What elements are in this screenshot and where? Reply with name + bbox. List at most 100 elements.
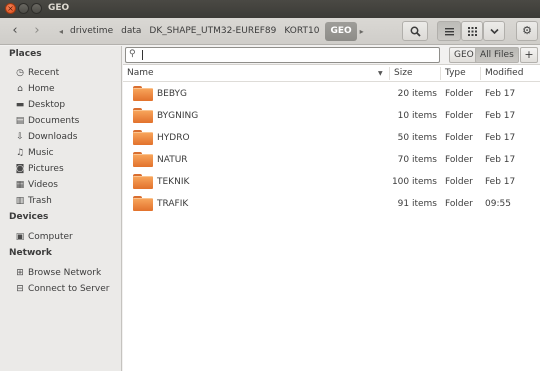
- title-bar: × GEO: [0, 0, 540, 18]
- breadcrumb-data[interactable]: data: [117, 22, 145, 41]
- sidebar-item-computer[interactable]: ▣ Computer: [14, 229, 73, 244]
- text-caret: [142, 50, 143, 60]
- sidebar-item-home[interactable]: ⌂ Home: [14, 81, 54, 96]
- sidebar-item-downloads[interactable]: ⇩ Downloads: [14, 129, 77, 144]
- sidebar-item-browse-network[interactable]: ⊞ Browse Network: [14, 265, 101, 280]
- desktop-icon: ▬: [15, 99, 25, 110]
- video-icon: ▦: [15, 179, 25, 190]
- column-type[interactable]: Type: [445, 65, 466, 82]
- sidebar-item-trash[interactable]: ▥ Trash: [14, 193, 52, 208]
- search-icon: [410, 26, 421, 37]
- home-icon: ⌂: [17, 83, 23, 94]
- search-button[interactable]: [402, 21, 428, 41]
- breadcrumb-dk-shape[interactable]: DK_SHAPE_UTM32-EUREF89: [145, 22, 280, 41]
- sidebar-item-label: Computer: [28, 231, 73, 242]
- close-icon: ×: [7, 4, 14, 13]
- breadcrumb-scroll-left-icon[interactable]: ◂: [56, 27, 66, 36]
- column-modified[interactable]: Modified: [485, 65, 523, 82]
- file-modified: Feb 17: [485, 155, 516, 165]
- sidebar-item-label: Documents: [28, 115, 80, 126]
- search-icon: ⚲: [129, 49, 136, 59]
- picture-icon: ◙: [15, 163, 25, 174]
- network-heading: Network: [9, 248, 52, 258]
- column-divider[interactable]: [480, 67, 481, 80]
- folder-icon: [133, 152, 153, 167]
- sidebar-item-videos[interactable]: ▦ Videos: [14, 177, 58, 192]
- sidebar-item-label: Recent: [28, 67, 60, 78]
- folder-icon: [133, 108, 153, 123]
- music-icon: ♫: [15, 147, 25, 158]
- sidebar-item-desktop[interactable]: ▬ Desktop: [14, 97, 65, 112]
- maximize-button[interactable]: [31, 3, 42, 14]
- file-name: NATUR: [157, 155, 188, 165]
- table-row[interactable]: TEKNIK 100 items Folder Feb 17: [123, 171, 540, 193]
- minimize-button[interactable]: [18, 3, 29, 14]
- table-row[interactable]: BEBYG 20 items Folder Feb 17: [123, 83, 540, 105]
- file-size: 91 items: [397, 199, 437, 209]
- forward-button[interactable]: ›: [26, 22, 48, 41]
- gear-icon: ⚙: [522, 24, 532, 37]
- folder-icon: [133, 86, 153, 101]
- computer-icon: ▣: [15, 231, 25, 242]
- sidebar: Places ◷ Recent ⌂ Home ▬ Desktop ▤ Documents…: [0, 46, 122, 371]
- search-bar: ⚲ GEO All Files +: [123, 46, 540, 65]
- table-row[interactable]: TRAFIK 91 items Folder 09:55: [123, 193, 540, 215]
- sidebar-item-label: Videos: [28, 179, 58, 190]
- breadcrumb-drivetime[interactable]: drivetime: [66, 22, 117, 41]
- column-divider[interactable]: [389, 67, 390, 80]
- breadcrumb-current-geo[interactable]: GEO: [325, 22, 357, 41]
- search-input[interactable]: ⚲: [125, 47, 440, 63]
- column-name[interactable]: Name: [127, 65, 154, 82]
- file-modified: Feb 17: [485, 111, 516, 121]
- file-type: Folder: [445, 89, 473, 99]
- network-icon: ⊞: [16, 267, 24, 278]
- file-size: 100 items: [391, 177, 437, 187]
- window-title: GEO: [48, 3, 70, 13]
- table-row[interactable]: NATUR 70 items Folder Feb 17: [123, 149, 540, 171]
- column-divider[interactable]: [440, 67, 441, 80]
- search-location-all-files-button[interactable]: All Files: [475, 47, 519, 63]
- folder-icon: [133, 130, 153, 145]
- sidebar-item-documents[interactable]: ▤ Documents: [14, 113, 80, 128]
- sidebar-item-pictures[interactable]: ◙ Pictures: [14, 161, 64, 176]
- sort-down-icon: ▼: [378, 70, 383, 77]
- table-row[interactable]: HYDRO 50 items Folder Feb 17: [123, 127, 540, 149]
- breadcrumb-kort10[interactable]: KORT10: [280, 22, 323, 41]
- file-modified: Feb 17: [485, 133, 516, 143]
- close-button[interactable]: ×: [5, 3, 16, 14]
- grid-view-button[interactable]: [461, 21, 483, 41]
- document-icon: ▤: [15, 115, 25, 126]
- grid-icon: [467, 27, 477, 36]
- back-button[interactable]: ‹: [4, 22, 26, 41]
- column-size[interactable]: Size: [394, 65, 412, 82]
- file-modified: Feb 17: [485, 89, 516, 99]
- file-manager-window: × GEO ‹ › ◂ drivetime data DK_SHAPE_UTM3…: [0, 0, 540, 371]
- table-row[interactable]: BYGNING 10 items Folder Feb 17: [123, 105, 540, 127]
- sidebar-item-recent[interactable]: ◷ Recent: [14, 65, 59, 80]
- file-name: TEKNIK: [157, 177, 190, 187]
- file-size: 10 items: [397, 111, 437, 121]
- chevron-right-icon: ›: [34, 23, 40, 38]
- breadcrumb: ◂ drivetime data DK_SHAPE_UTM32-EUREF89 …: [56, 22, 367, 41]
- add-search-criteria-button[interactable]: +: [520, 47, 538, 63]
- chevron-left-icon: ‹: [12, 23, 18, 38]
- sidebar-item-label: Desktop: [28, 99, 66, 110]
- list-view-button[interactable]: [437, 21, 461, 41]
- sidebar-item-music[interactable]: ♫ Music: [14, 145, 54, 160]
- breadcrumb-scroll-right-icon[interactable]: ▸: [357, 27, 367, 36]
- view-options-button[interactable]: [483, 21, 505, 41]
- devices-heading: Devices: [9, 212, 49, 222]
- file-list-pane: ⚲ GEO All Files + Name ▼ Size Type Modif…: [123, 46, 540, 371]
- sidebar-item-label: Trash: [28, 195, 52, 206]
- sidebar-item-label: Music: [28, 147, 54, 158]
- sidebar-item-connect-to-server[interactable]: ⊟ Connect to Server: [14, 281, 109, 296]
- sidebar-item-label: Pictures: [28, 163, 64, 174]
- file-name: HYDRO: [157, 133, 190, 143]
- server-icon: ⊟: [16, 283, 24, 294]
- places-heading: Places: [9, 49, 42, 59]
- clock-icon: ◷: [16, 67, 24, 78]
- file-type: Folder: [445, 111, 473, 121]
- file-modified: 09:55: [485, 199, 511, 209]
- file-name: BEBYG: [157, 89, 188, 99]
- settings-button[interactable]: ⚙: [516, 21, 538, 41]
